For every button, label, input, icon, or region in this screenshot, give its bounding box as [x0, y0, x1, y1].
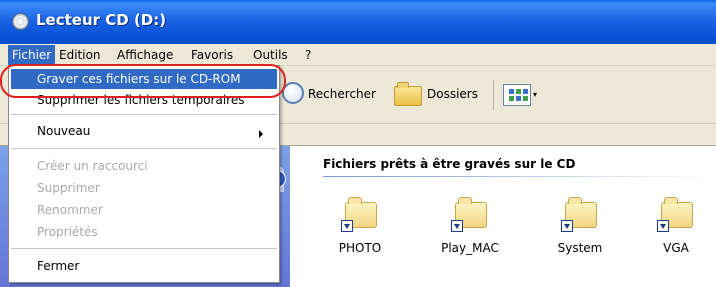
menu-separator	[11, 148, 277, 149]
section-divider	[323, 176, 716, 177]
burn-pending-icon	[657, 220, 669, 232]
menu-item-renommer: Renommer	[37, 203, 103, 217]
menu-affichage[interactable]: Affichage	[117, 48, 173, 62]
search-button[interactable]: Rechercher	[308, 87, 376, 101]
menu-item-nouveau[interactable]: Nouveau	[37, 124, 90, 138]
menu-fichier[interactable]: Fichier	[8, 45, 56, 65]
burn-pending-icon	[561, 220, 573, 232]
folder-item-vga[interactable]: VGA	[636, 194, 716, 264]
cd-drive-icon	[12, 13, 29, 30]
menu-outils[interactable]: Outils	[253, 48, 288, 62]
folder-item-system[interactable]: System	[540, 194, 620, 264]
toolbar-separator	[493, 80, 494, 110]
folder-item-photo[interactable]: PHOTO	[320, 194, 400, 264]
menu-item-supprimer: Supprimer	[37, 181, 100, 195]
section-title: Fichiers prêts à être gravés sur le CD	[323, 157, 576, 171]
menu-separator	[11, 248, 277, 249]
folder-label: PHOTO	[338, 241, 382, 255]
title-bar: Lecteur CD (D:)	[0, 0, 716, 44]
submenu-arrow-icon	[259, 130, 263, 138]
folder-label: Play_MAC	[441, 241, 499, 255]
folder-item-play-mac[interactable]: Play_MAC	[430, 194, 510, 264]
menu-favoris[interactable]: Favoris	[191, 48, 233, 62]
highlight-annotation	[0, 64, 286, 98]
menu-item-fermer[interactable]: Fermer	[37, 259, 79, 273]
menu-edition[interactable]: Edition	[59, 48, 101, 62]
menu-item-creer-raccourci: Créer un raccourci	[37, 159, 148, 173]
menu-separator	[11, 114, 277, 115]
folders-icon[interactable]	[394, 82, 422, 106]
menu-bar: Fichier Edition Affichage Favoris Outils…	[0, 44, 716, 66]
burn-pending-icon	[451, 220, 463, 232]
file-view: Fichiers prêts à être gravés sur le CD P…	[290, 146, 716, 287]
burn-pending-icon	[341, 220, 353, 232]
folders-button[interactable]: Dossiers	[427, 87, 478, 101]
folder-label: System	[557, 241, 603, 255]
window-title: Lecteur CD (D:)	[36, 11, 167, 29]
menu-help[interactable]: ?	[305, 48, 311, 62]
views-dropdown-arrow-icon[interactable]: ▾	[533, 90, 537, 99]
views-icon[interactable]	[503, 84, 531, 106]
menu-item-proprietes: Propriétés	[37, 225, 98, 239]
folder-label: VGA	[663, 241, 689, 255]
